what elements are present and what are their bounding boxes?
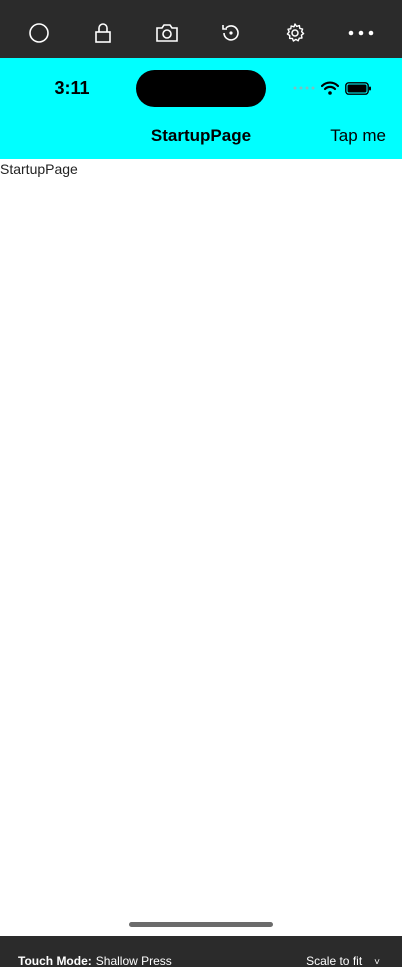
rotate-icon (222, 25, 239, 41)
status-icons (293, 80, 372, 96)
scale-label: Scale to fit (306, 954, 363, 968)
content-label: StartupPage (0, 161, 78, 177)
navigation-bar: StartupPage Tap me (0, 116, 402, 159)
signal-dots-icon (293, 86, 315, 90)
lock-icon (95, 23, 111, 43)
status-bar: 3:11 (0, 58, 402, 116)
settings-button[interactable] (281, 19, 309, 47)
camera-icon (156, 24, 178, 42)
gear-icon (286, 23, 305, 42)
home-button[interactable] (25, 19, 53, 47)
touch-mode-value[interactable]: Shallow Press (96, 954, 172, 968)
rotate-button[interactable] (217, 19, 245, 47)
home-indicator[interactable] (129, 922, 273, 927)
touch-mode-label: Touch Mode: (18, 954, 92, 968)
wifi-icon (321, 81, 339, 95)
simulator-toolbar (0, 0, 402, 58)
chevron-down-icon: ˅ (374, 957, 380, 968)
more-icon (348, 30, 374, 36)
screenshot-button[interactable] (153, 19, 181, 47)
circle-icon (29, 23, 49, 43)
more-button[interactable] (347, 19, 375, 47)
touch-mode: Touch Mode: Shallow Press (18, 954, 172, 968)
tap-me-button[interactable]: Tap me (330, 126, 386, 146)
battery-icon (345, 81, 371, 95)
dynamic-island (136, 70, 266, 107)
status-time: 3:11 (54, 78, 90, 98)
scale-dropdown[interactable]: Scale to fit ˅ (306, 954, 380, 968)
lock-button[interactable] (89, 19, 117, 47)
simulator-bottom-bar: Touch Mode: Shallow Press Scale to fit ˅ (0, 936, 402, 968)
